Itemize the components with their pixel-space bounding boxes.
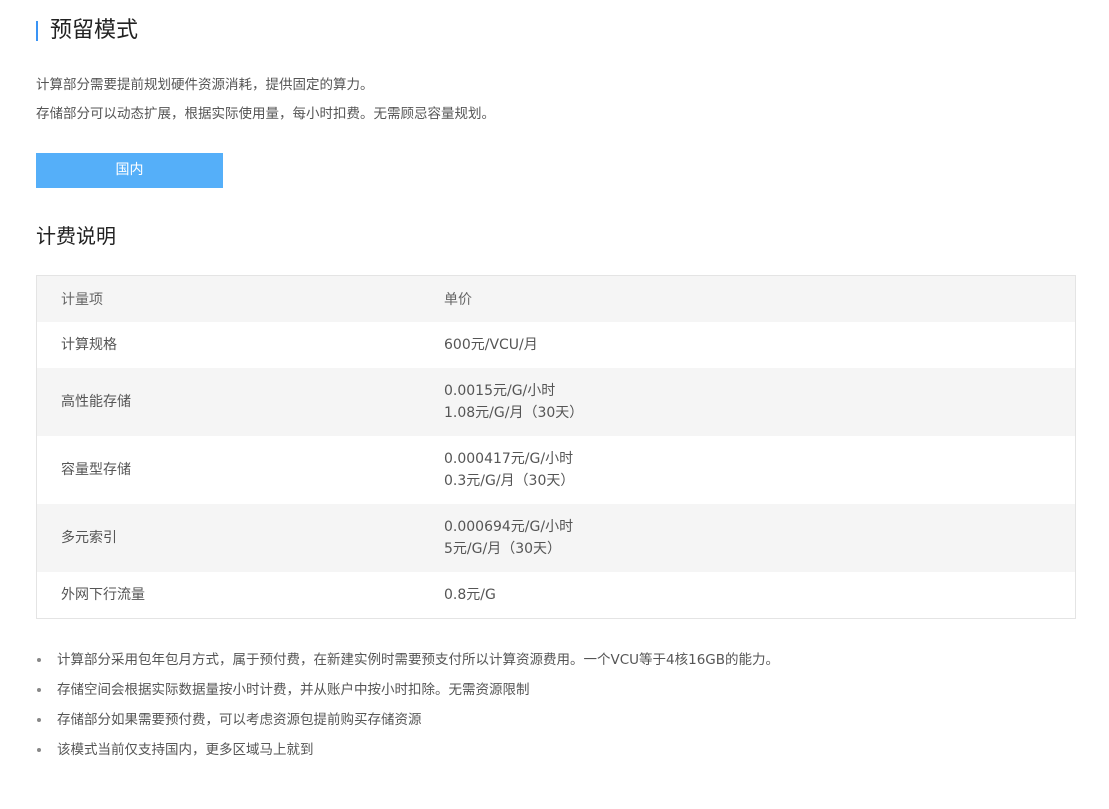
pricing-table: 计量项 单价 计算规格 600元/VCU/月 高性能存储 0.0015元/G/小…	[36, 275, 1076, 619]
intro-line: 计算部分需要提前规划硬件资源消耗，提供固定的算力。	[36, 77, 374, 93]
region-tab-domestic[interactable]: 国内	[36, 153, 223, 188]
table-row: 计算规格 600元/VCU/月	[37, 322, 1075, 368]
row-item: 容量型存储	[61, 462, 131, 478]
row-price: 0.0015元/G/小时 1.08元/G/月（30天）	[444, 368, 1075, 436]
page-title-group: 预留模式	[36, 16, 138, 46]
billing-section-title: 计费说明	[36, 224, 116, 248]
price-line: 5元/G/月（30天）	[444, 541, 562, 557]
row-price: 0.000417元/G/小时 0.3元/G/月（30天）	[444, 436, 1075, 504]
title-accent-bar	[36, 21, 38, 41]
intro-text: 计算部分需要提前规划硬件资源消耗，提供固定的算力。 存储部分可以动态扩展，根据实…	[36, 71, 495, 129]
column-header-price: 单价	[444, 292, 472, 308]
price-line: 0.000694元/G/小时	[444, 519, 574, 535]
table-row: 外网下行流量 0.8元/G	[37, 572, 1075, 618]
table-row: 高性能存储 0.0015元/G/小时 1.08元/G/月（30天）	[37, 368, 1075, 436]
intro-line: 存储部分可以动态扩展，根据实际使用量，每小时扣费。无需顾忌容量规划。	[36, 106, 495, 122]
price-line: 0.8元/G	[444, 587, 496, 603]
row-price: 0.000694元/G/小时 5元/G/月（30天）	[444, 504, 1075, 572]
price-line: 1.08元/G/月（30天）	[444, 405, 584, 421]
row-price: 600元/VCU/月	[444, 322, 1075, 368]
row-item: 多元索引	[61, 530, 117, 546]
notes-list: 计算部分采用包年包月方式，属于预付费，在新建实例时需要预支付所以计算资源费用。一…	[36, 645, 779, 765]
price-line: 0.000417元/G/小时	[444, 451, 574, 467]
list-item: 存储部分如果需要预付费，可以考虑资源包提前购买存储资源	[36, 705, 779, 735]
row-item: 高性能存储	[61, 394, 131, 410]
table-header-row: 计量项 单价	[37, 276, 1075, 322]
page-title: 预留模式	[50, 18, 139, 43]
row-item: 计算规格	[61, 337, 117, 353]
list-item: 该模式当前仅支持国内，更多区域马上就到	[36, 735, 779, 765]
table-row: 容量型存储 0.000417元/G/小时 0.3元/G/月（30天）	[37, 436, 1075, 504]
table-row: 多元索引 0.000694元/G/小时 5元/G/月（30天）	[37, 504, 1075, 572]
row-item: 外网下行流量	[61, 587, 145, 603]
column-header-item: 计量项	[61, 292, 103, 308]
list-item: 存储空间会根据实际数据量按小时计费，并从账户中按小时扣除。无需资源限制	[36, 675, 779, 705]
price-line: 0.0015元/G/小时	[444, 383, 556, 399]
price-line: 600元/VCU/月	[444, 337, 538, 353]
row-price: 0.8元/G	[444, 572, 1075, 618]
list-item: 计算部分采用包年包月方式，属于预付费，在新建实例时需要预支付所以计算资源费用。一…	[36, 645, 779, 675]
price-line: 0.3元/G/月（30天）	[444, 473, 575, 489]
